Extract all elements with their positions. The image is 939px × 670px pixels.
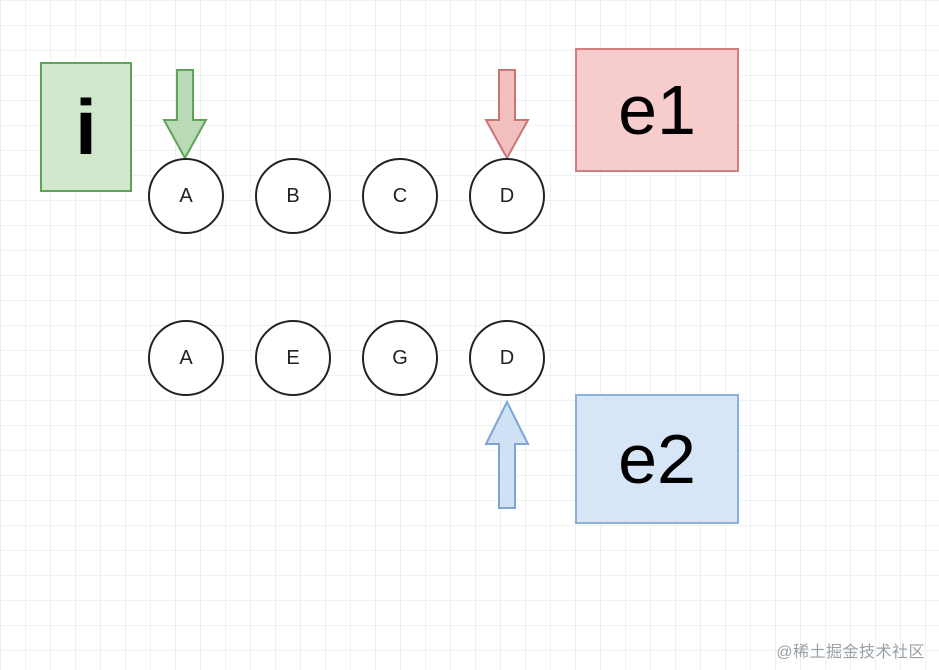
node-label: D xyxy=(500,185,514,208)
node-label: B xyxy=(286,185,299,208)
arrow-shape xyxy=(486,70,528,158)
arrow-blue-up-icon xyxy=(482,400,532,510)
node-r2-3: D xyxy=(469,320,545,396)
node-label: A xyxy=(179,185,192,208)
node-label: G xyxy=(392,347,408,370)
node-label: C xyxy=(393,185,407,208)
arrow-green-down-icon xyxy=(160,68,210,160)
node-r2-0: A xyxy=(148,320,224,396)
label-box-e2: e2 xyxy=(575,394,739,524)
node-r2-2: G xyxy=(362,320,438,396)
node-r1-3: D xyxy=(469,158,545,234)
label-box-e1: e1 xyxy=(575,48,739,172)
arrow-shape xyxy=(164,70,206,158)
node-r1-0: A xyxy=(148,158,224,234)
label-i: i xyxy=(75,82,97,173)
node-label: A xyxy=(179,347,192,370)
label-e2: e2 xyxy=(618,419,696,499)
node-r2-1: E xyxy=(255,320,331,396)
node-r1-2: C xyxy=(362,158,438,234)
node-label: D xyxy=(500,347,514,370)
label-box-i: i xyxy=(40,62,132,192)
arrow-shape xyxy=(486,402,528,508)
node-label: E xyxy=(286,347,299,370)
diagram-canvas: i e1 e2 A B C D A E G D xyxy=(0,0,939,670)
arrow-red-down-icon xyxy=(482,68,532,160)
node-r1-1: B xyxy=(255,158,331,234)
label-e1: e1 xyxy=(618,70,696,150)
watermark-text: @稀土掘金技术社区 xyxy=(776,638,925,662)
